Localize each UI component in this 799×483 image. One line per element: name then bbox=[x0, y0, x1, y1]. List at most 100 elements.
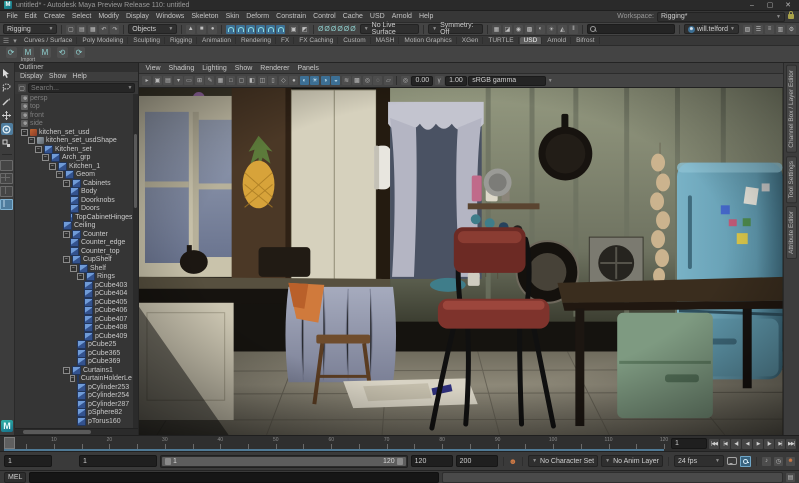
lock-selection-icon[interactable]: ▣ bbox=[289, 25, 298, 34]
current-frame-field[interactable]: 1 bbox=[671, 438, 707, 449]
outliner-item-pCube369[interactable]: pCube369 bbox=[15, 358, 133, 367]
open-scene-icon[interactable]: ▤ bbox=[77, 25, 86, 34]
shelf-tab-rigging[interactable]: Rigging bbox=[166, 37, 197, 44]
shelf-tab-poly-modeling[interactable]: Poly Modeling bbox=[78, 37, 128, 44]
sidebar-tab-tool-settings[interactable]: Tool Settings bbox=[786, 156, 797, 203]
animation-end-field[interactable]: 200 bbox=[456, 455, 498, 467]
menu-windows[interactable]: Windows bbox=[152, 13, 187, 20]
outliner-search-input[interactable]: Search... ▼ bbox=[28, 83, 136, 93]
viewport-menu-lighting[interactable]: Lighting bbox=[202, 65, 227, 72]
bookmarks-icon[interactable]: ☰ bbox=[754, 25, 763, 34]
expand-toggle-icon[interactable]: − bbox=[63, 256, 70, 263]
bookmark-icon[interactable]: ▾ bbox=[174, 76, 183, 85]
playback-feedback-icon[interactable] bbox=[727, 457, 737, 465]
step-forward-frame-button[interactable]: ▶| bbox=[775, 439, 785, 449]
new-scene-icon[interactable]: ▢ bbox=[66, 25, 75, 34]
shelf-tab-fx-caching[interactable]: FX Caching bbox=[295, 37, 338, 44]
outliner-menu-display[interactable]: Display bbox=[20, 73, 43, 80]
outliner-item-pCube404[interactable]: pCube404 bbox=[15, 290, 133, 299]
shelf-tab-bifrost[interactable]: Bifrost bbox=[572, 37, 599, 44]
shaded-icon[interactable]: ● bbox=[289, 76, 298, 85]
auto-keyframe-toggle[interactable] bbox=[740, 456, 751, 467]
rotate-tool-button[interactable] bbox=[1, 123, 13, 135]
outliner-horizontal-scrollbar[interactable] bbox=[15, 428, 139, 435]
shelf-menu-icon[interactable]: ☰ bbox=[2, 37, 10, 45]
scale-tool-button[interactable] bbox=[1, 137, 13, 149]
outliner-item-pCube407[interactable]: pCube407 bbox=[15, 315, 133, 324]
shelf-tab-custom[interactable]: Custom bbox=[339, 37, 370, 44]
outliner-item-pCube408[interactable]: pCube408 bbox=[15, 324, 133, 333]
outliner-item-Rings[interactable]: −Rings bbox=[15, 273, 133, 282]
animation-start-field[interactable]: 1 bbox=[4, 455, 52, 467]
range-start-grip[interactable] bbox=[165, 458, 171, 465]
view-transform-select[interactable]: sRGB gamma bbox=[468, 76, 546, 86]
outliner-item-pCube409[interactable]: pCube409 bbox=[15, 332, 133, 341]
gamma-field[interactable]: 1.00 bbox=[445, 76, 467, 86]
workspace-controls-icon[interactable]: ▥ bbox=[776, 25, 785, 34]
outliner-item-Kitchen_1[interactable]: −Kitchen_1 bbox=[15, 162, 133, 171]
operation-toggle-2-icon[interactable]: Ø bbox=[324, 26, 329, 33]
save-scene-icon[interactable]: ▦ bbox=[88, 25, 97, 34]
viewport-canvas[interactable] bbox=[139, 88, 783, 435]
expand-toggle-icon[interactable]: − bbox=[63, 180, 70, 187]
menu-set-select[interactable]: Rigging▼ bbox=[3, 24, 57, 34]
step-forward-key-button[interactable]: |▶ bbox=[764, 439, 774, 449]
workspace-lock-icon[interactable] bbox=[788, 14, 794, 19]
script-editor-icon[interactable]: ▤ bbox=[786, 473, 795, 482]
operation-toggle-6-icon[interactable]: Ø bbox=[350, 26, 355, 33]
mute-audio-icon[interactable]: ♪ bbox=[762, 457, 771, 466]
outliner-item-CupShelf[interactable]: −CupShelf bbox=[15, 256, 133, 265]
playback-end-field[interactable]: 120 bbox=[411, 455, 453, 467]
filter-icon[interactable]: ▢ bbox=[18, 84, 26, 92]
select-tool-button[interactable] bbox=[1, 67, 13, 79]
menu-help[interactable]: Help bbox=[415, 13, 436, 20]
playback-start-field[interactable]: 1 bbox=[79, 455, 157, 467]
single-perspective-layout-icon[interactable]: ▧ bbox=[743, 25, 752, 34]
redo-icon[interactable]: ↷ bbox=[110, 25, 119, 34]
select-component-icon[interactable]: ● bbox=[208, 25, 217, 34]
lookdev-view-icon[interactable]: ◭ bbox=[558, 25, 567, 34]
image-plane-icon[interactable]: ▭ bbox=[184, 76, 193, 85]
menu-skeleton[interactable]: Skeleton bbox=[188, 13, 222, 20]
outliner-item-Arch_grp[interactable]: −Arch_grp bbox=[15, 154, 133, 163]
outliner-item-side[interactable]: side bbox=[15, 120, 133, 129]
current-frame-marker[interactable] bbox=[4, 437, 15, 449]
outliner-menu-help[interactable]: Help bbox=[72, 73, 86, 80]
close-button[interactable]: ✕ bbox=[781, 1, 795, 9]
search-input[interactable] bbox=[587, 24, 675, 34]
outliner-item-Counter_edge[interactable]: Counter_edge bbox=[15, 239, 133, 248]
command-input[interactable] bbox=[29, 472, 438, 483]
fps-select[interactable]: 24 fps▼ bbox=[674, 455, 724, 467]
anim-layer-select[interactable]: ▼No Anim Layer bbox=[601, 455, 663, 467]
shadows-icon[interactable]: ◑ bbox=[321, 76, 330, 85]
outliner-item-Counter[interactable]: −Counter bbox=[15, 230, 133, 239]
outliner-item-CurtainHolderLeft[interactable]: −CurtainHolderLeft bbox=[15, 375, 133, 384]
expand-toggle-icon[interactable]: − bbox=[70, 375, 75, 382]
settings-gear-icon[interactable]: ⚙ bbox=[787, 25, 796, 34]
field-chart-icon[interactable]: ◫ bbox=[258, 76, 267, 85]
go-to-start-button[interactable]: |◀◀ bbox=[709, 439, 719, 449]
wireframe-icon[interactable]: ◇ bbox=[279, 76, 288, 85]
outliner-item-pTorus160[interactable]: pTorus160 bbox=[15, 417, 133, 426]
operation-toggle-4-icon[interactable]: Ø bbox=[337, 26, 342, 33]
menu-display[interactable]: Display bbox=[122, 13, 152, 20]
workspace-select[interactable]: Rigging*▼ bbox=[657, 12, 785, 22]
play-forwards-button[interactable]: ▶ bbox=[753, 439, 763, 449]
snap-grid-icon[interactable] bbox=[226, 25, 235, 34]
shelf-tab-xgen[interactable]: XGen bbox=[458, 37, 484, 44]
character-set-icon[interactable]: ☻ bbox=[509, 457, 517, 466]
shelf-tab-fx[interactable]: FX bbox=[277, 37, 294, 44]
expand-toggle-icon[interactable]: − bbox=[49, 163, 56, 170]
outliner-item-pCylinder254[interactable]: pCylinder254 bbox=[15, 392, 133, 401]
outliner-item-front[interactable]: front bbox=[15, 111, 133, 120]
exposure-icon[interactable]: ◎ bbox=[401, 76, 410, 85]
menu-create[interactable]: Create bbox=[40, 13, 68, 20]
outliner-item-pSphere82[interactable]: pSphere82 bbox=[15, 409, 133, 418]
sidebar-tab-attribute-editor[interactable]: Attribute Editor bbox=[786, 206, 797, 259]
live-surface-select[interactable]: ▼No Live Surface bbox=[360, 24, 420, 34]
step-back-key-button[interactable]: ◀| bbox=[731, 439, 741, 449]
select-hierarchy-icon[interactable]: ▲ bbox=[186, 25, 195, 34]
outliner-item-Curtains1[interactable]: −Curtains1 bbox=[15, 366, 133, 375]
outliner-item-kitchen_set_usd[interactable]: −kitchen_set_usd bbox=[15, 128, 133, 137]
select-object-icon[interactable]: ■ bbox=[197, 25, 206, 34]
